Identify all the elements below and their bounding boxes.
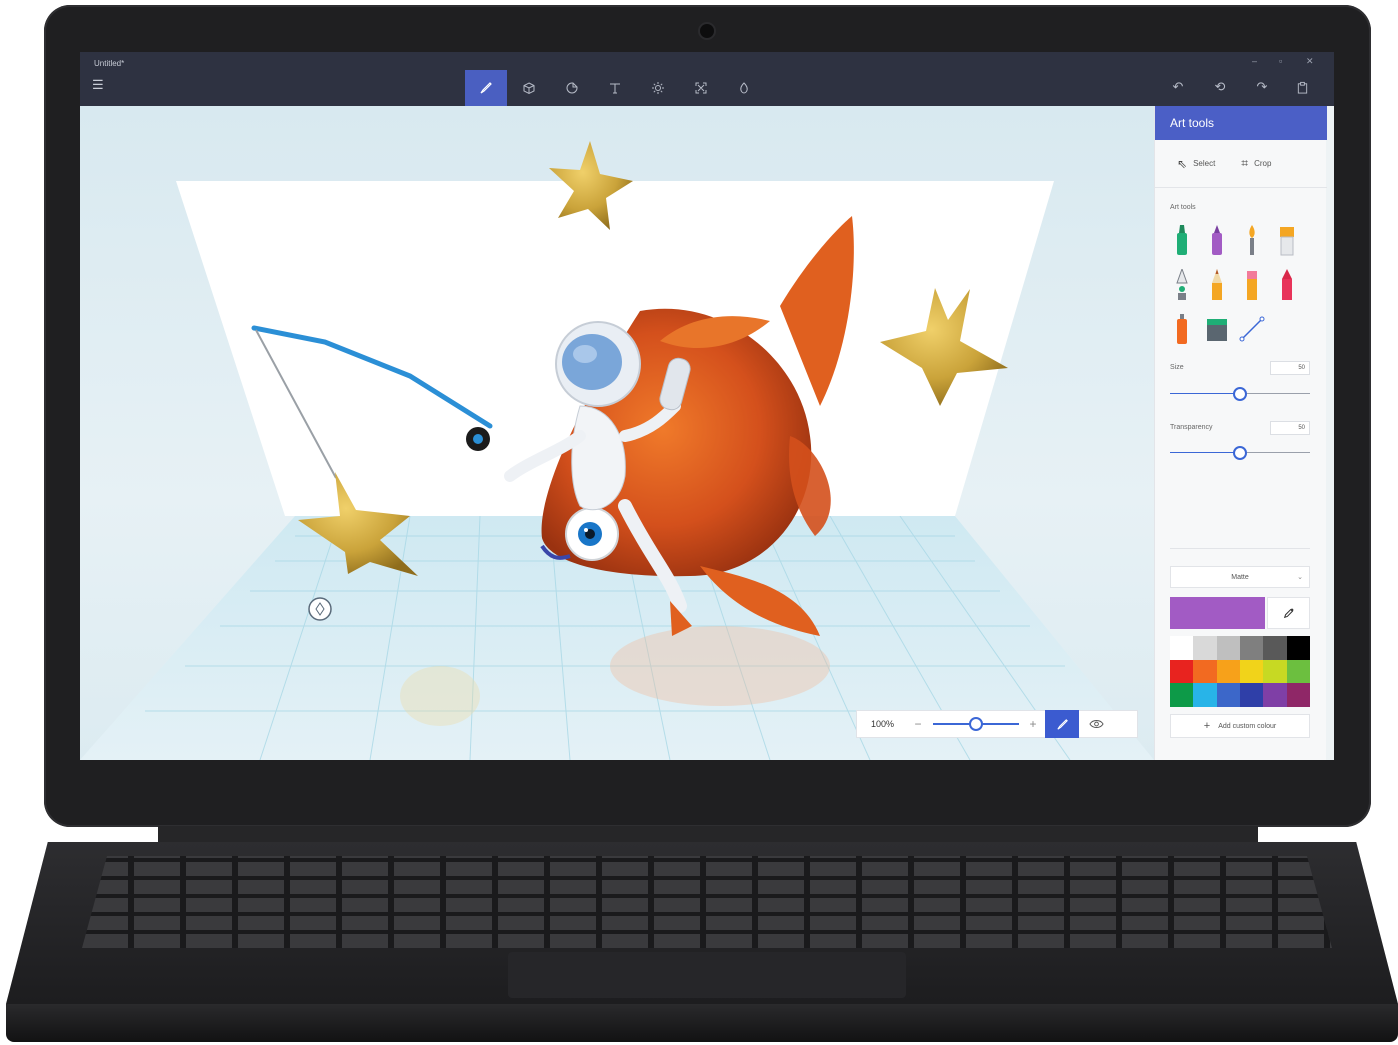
trackpad xyxy=(508,952,906,998)
color-swatch[interactable] xyxy=(1193,659,1217,684)
zoom-out-button[interactable]: − xyxy=(907,717,929,731)
art-tools-section-label: Art tools xyxy=(1170,204,1196,211)
hamburger-icon[interactable]: ☰ xyxy=(92,78,108,92)
zoom-level: 100% xyxy=(871,719,895,729)
color-swatch[interactable] xyxy=(1286,659,1310,684)
crop-label: Crop xyxy=(1254,159,1272,168)
transparency-knob[interactable] xyxy=(1233,446,1247,460)
transparency-input[interactable]: 50 xyxy=(1270,421,1310,435)
transparency-fill xyxy=(1170,452,1240,453)
3d-view-button[interactable] xyxy=(1079,710,1113,738)
color-swatch[interactable] xyxy=(1170,636,1194,660)
color-swatch[interactable] xyxy=(1263,636,1287,660)
zoom-toolbar: 100% − + xyxy=(856,710,1138,738)
2d-view-button[interactable] xyxy=(1045,710,1079,738)
color-swatch[interactable] xyxy=(1240,636,1264,660)
paste-icon[interactable] xyxy=(1292,78,1312,96)
library-icon[interactable] xyxy=(723,70,765,106)
zoom-in-button[interactable]: + xyxy=(1021,717,1045,731)
pixel-pen-icon[interactable] xyxy=(1169,268,1195,302)
transparency-slider[interactable] xyxy=(1170,446,1310,460)
color-swatch[interactable] xyxy=(1263,659,1287,684)
calligraphy-pen-icon[interactable] xyxy=(1204,224,1230,258)
watercolor-icon[interactable] xyxy=(1274,224,1300,258)
plus-icon: + xyxy=(1203,720,1211,732)
sun-icon[interactable] xyxy=(637,70,679,106)
transparency-label: Transparency xyxy=(1170,424,1213,431)
color-swatch[interactable] xyxy=(1216,683,1240,707)
color-swatch[interactable] xyxy=(1170,659,1194,684)
color-swatch[interactable] xyxy=(1240,683,1264,707)
line-icon[interactable] xyxy=(1239,312,1265,346)
title-bar: Untitled* – ▫ ✕ ☰ ↶ ⟲ ↷ xyxy=(80,52,1334,106)
fill-icon[interactable] xyxy=(1204,312,1230,346)
color-palette xyxy=(1170,636,1310,707)
redo-icon[interactable]: ↷ xyxy=(1252,78,1272,96)
color-swatch[interactable] xyxy=(1216,659,1240,684)
finish-value: Matte xyxy=(1231,574,1249,581)
add-colour-label: Add custom colour xyxy=(1218,722,1277,730)
crop-icon: ⌗ xyxy=(1241,156,1249,170)
pencil-icon[interactable] xyxy=(1204,268,1230,302)
keyboard xyxy=(82,856,1332,948)
paint3d-window: Untitled* – ▫ ✕ ☰ ↶ ⟲ ↷ 100% − + Art too… xyxy=(80,52,1334,760)
color-swatch[interactable] xyxy=(1286,636,1310,660)
size-knob[interactable] xyxy=(1233,387,1247,401)
marker-icon[interactable] xyxy=(1169,224,1195,258)
eraser-icon[interactable] xyxy=(1239,268,1265,302)
zoom-slider[interactable] xyxy=(929,710,1021,738)
size-slider[interactable] xyxy=(1170,387,1310,401)
eye-icon xyxy=(1088,720,1104,728)
zoom-knob[interactable] xyxy=(969,717,983,731)
close-button[interactable]: ✕ xyxy=(1306,56,1314,67)
panel-title: Art tools xyxy=(1155,106,1327,140)
cursor-icon: ⇖ xyxy=(1177,156,1188,171)
color-swatch[interactable] xyxy=(1263,683,1287,707)
color-swatch[interactable] xyxy=(1193,636,1217,660)
color-swatch[interactable] xyxy=(1286,683,1310,707)
color-swatch[interactable] xyxy=(1193,683,1217,707)
canvas-area[interactable]: 100% − + xyxy=(80,106,1154,760)
chevron-down-icon: ⌄ xyxy=(1297,574,1303,581)
select-button[interactable]: ⇖ Select xyxy=(1177,157,1215,171)
canvas-resize-icon[interactable] xyxy=(680,70,722,106)
crop-button[interactable]: ⌗ Crop xyxy=(1241,156,1271,171)
add-custom-colour-button[interactable]: + Add custom colour xyxy=(1170,714,1310,738)
select-crop-row: ⇖ Select ⌗ Crop xyxy=(1155,140,1327,188)
select-label: Select xyxy=(1193,159,1216,168)
spray-can-icon[interactable] xyxy=(1169,312,1195,346)
3d-scene xyxy=(80,141,1154,760)
history-icon[interactable]: ⟲ xyxy=(1210,78,1230,96)
eyedropper-icon[interactable] xyxy=(1267,597,1310,629)
panel-divider xyxy=(1170,548,1310,549)
size-input[interactable]: 50 xyxy=(1270,361,1310,375)
art-tools-panel: Art tools ⇖ Select ⌗ Crop Art tools Size… xyxy=(1154,106,1327,760)
size-fill xyxy=(1170,393,1240,394)
laptop-front-edge xyxy=(6,1004,1398,1042)
cube-icon[interactable] xyxy=(508,70,550,106)
brush-view-icon xyxy=(1056,718,1068,730)
webcam xyxy=(700,24,714,38)
finish-dropdown[interactable]: Matte ⌄ xyxy=(1170,566,1310,588)
crayon-icon[interactable] xyxy=(1274,268,1300,302)
minimize-button[interactable]: – xyxy=(1252,56,1257,66)
color-swatch[interactable] xyxy=(1240,659,1264,684)
current-color-swatch[interactable] xyxy=(1170,597,1265,629)
maximize-button[interactable]: ▫ xyxy=(1279,56,1282,66)
size-label: Size xyxy=(1170,364,1184,371)
laptop-photo: Untitled* – ▫ ✕ ☰ ↶ ⟲ ↷ 100% − + Art too… xyxy=(0,0,1398,1045)
oil-brush-icon[interactable] xyxy=(1239,224,1265,258)
sticker-icon[interactable] xyxy=(551,70,593,106)
undo-icon[interactable]: ↶ xyxy=(1168,78,1188,96)
text-icon[interactable] xyxy=(594,70,636,106)
brush-grid xyxy=(1169,224,1309,360)
color-swatch[interactable] xyxy=(1216,636,1240,660)
window-title: Untitled* xyxy=(94,59,125,68)
color-swatch[interactable] xyxy=(1170,683,1194,707)
brush-icon[interactable] xyxy=(465,70,507,106)
